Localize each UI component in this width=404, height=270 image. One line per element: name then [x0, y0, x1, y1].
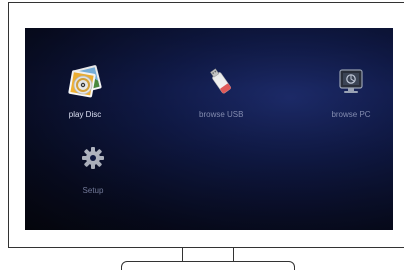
menu-label-browse-usb: browse USB [199, 110, 244, 119]
menu-label-browse-pc: browse PC [331, 110, 371, 119]
menu-item-setup[interactable]: Setup [73, 138, 113, 195]
menu-label-setup: Setup [82, 186, 104, 195]
pc-icon [331, 62, 371, 102]
menu-label-play-disc: play Disc [68, 110, 102, 119]
tv-screen: play Disc browse USB browse PC Setup [25, 28, 393, 230]
menu-item-browse-usb[interactable]: browse USB [199, 62, 243, 119]
photo-disc-icon [65, 62, 105, 102]
tv-illustration: play Disc browse USB browse PC Setup [0, 0, 404, 270]
tv-stand-base [121, 261, 295, 270]
usb-drive-icon [201, 62, 241, 102]
menu-item-browse-pc[interactable]: browse PC [331, 62, 371, 119]
gear-icon [73, 138, 113, 178]
tv-stand-neck [182, 248, 234, 262]
menu-item-play-disc[interactable]: play Disc [65, 62, 105, 119]
